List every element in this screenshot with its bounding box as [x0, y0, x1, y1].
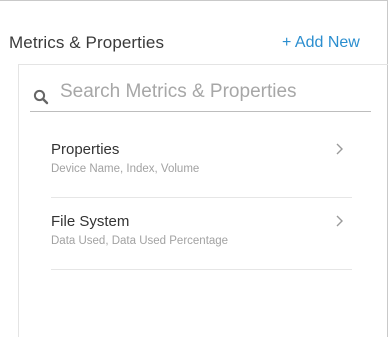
list-item-properties[interactable]: Properties Device Name, Index, Volume — [51, 126, 352, 198]
panel-title: Metrics & Properties — [9, 33, 165, 52]
list-item-title: Properties — [51, 141, 120, 158]
list-item-subtitle: Device Name, Index, Volume — [51, 163, 200, 175]
add-new-link[interactable]: + Add New — [282, 34, 360, 52]
chevron-right-icon — [336, 143, 343, 155]
list-item-subtitle: Data Used, Data Used Percentage — [51, 235, 229, 247]
search-box — [30, 74, 371, 112]
search-input[interactable] — [60, 78, 365, 106]
list-item-title: File System — [51, 213, 130, 230]
list-item-file-system[interactable]: File System Data Used, Data Used Percent… — [51, 198, 352, 270]
search-icon — [33, 89, 49, 105]
chevron-right-icon — [336, 215, 343, 227]
metrics-properties-panel: Metrics & Properties + Add New Propertie… — [0, 0, 388, 337]
